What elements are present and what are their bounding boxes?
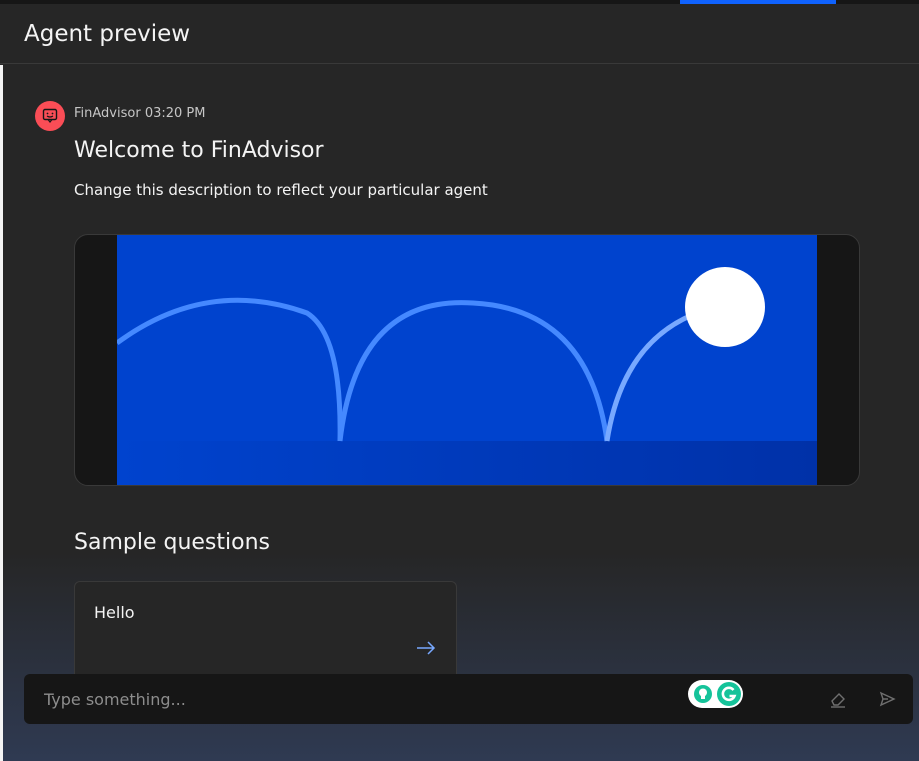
welcome-banner-image <box>74 234 860 486</box>
agent-description: Change this description to reflect your … <box>74 181 488 199</box>
page-title: Agent preview <box>24 21 191 47</box>
message-time: 03:20 PM <box>144 106 206 121</box>
message-meta: FinAdvisor 03:20 PM <box>74 106 205 121</box>
chat-area[interactable]: FinAdvisor 03:20 PM Welcome to FinAdviso… <box>3 65 919 761</box>
sample-question-label: Hello <box>94 603 135 622</box>
send-icon[interactable] <box>876 688 898 710</box>
eraser-icon[interactable] <box>827 688 849 710</box>
panel-header: Agent preview <box>0 4 919 64</box>
chat-bot-icon <box>35 101 65 131</box>
chat-input-bar <box>24 674 913 724</box>
welcome-title: Welcome to FinAdvisor <box>74 138 324 163</box>
grammarly-logo-icon[interactable] <box>717 682 741 706</box>
grammarly-widget[interactable] <box>688 680 743 708</box>
sender-name: FinAdvisor <box>74 106 141 121</box>
message-input[interactable] <box>24 674 664 724</box>
grammarly-bulb-icon[interactable] <box>694 685 712 703</box>
sample-question-card[interactable]: Hello <box>74 581 457 681</box>
arrow-right-icon <box>415 640 437 660</box>
sample-questions-heading: Sample questions <box>74 530 270 555</box>
